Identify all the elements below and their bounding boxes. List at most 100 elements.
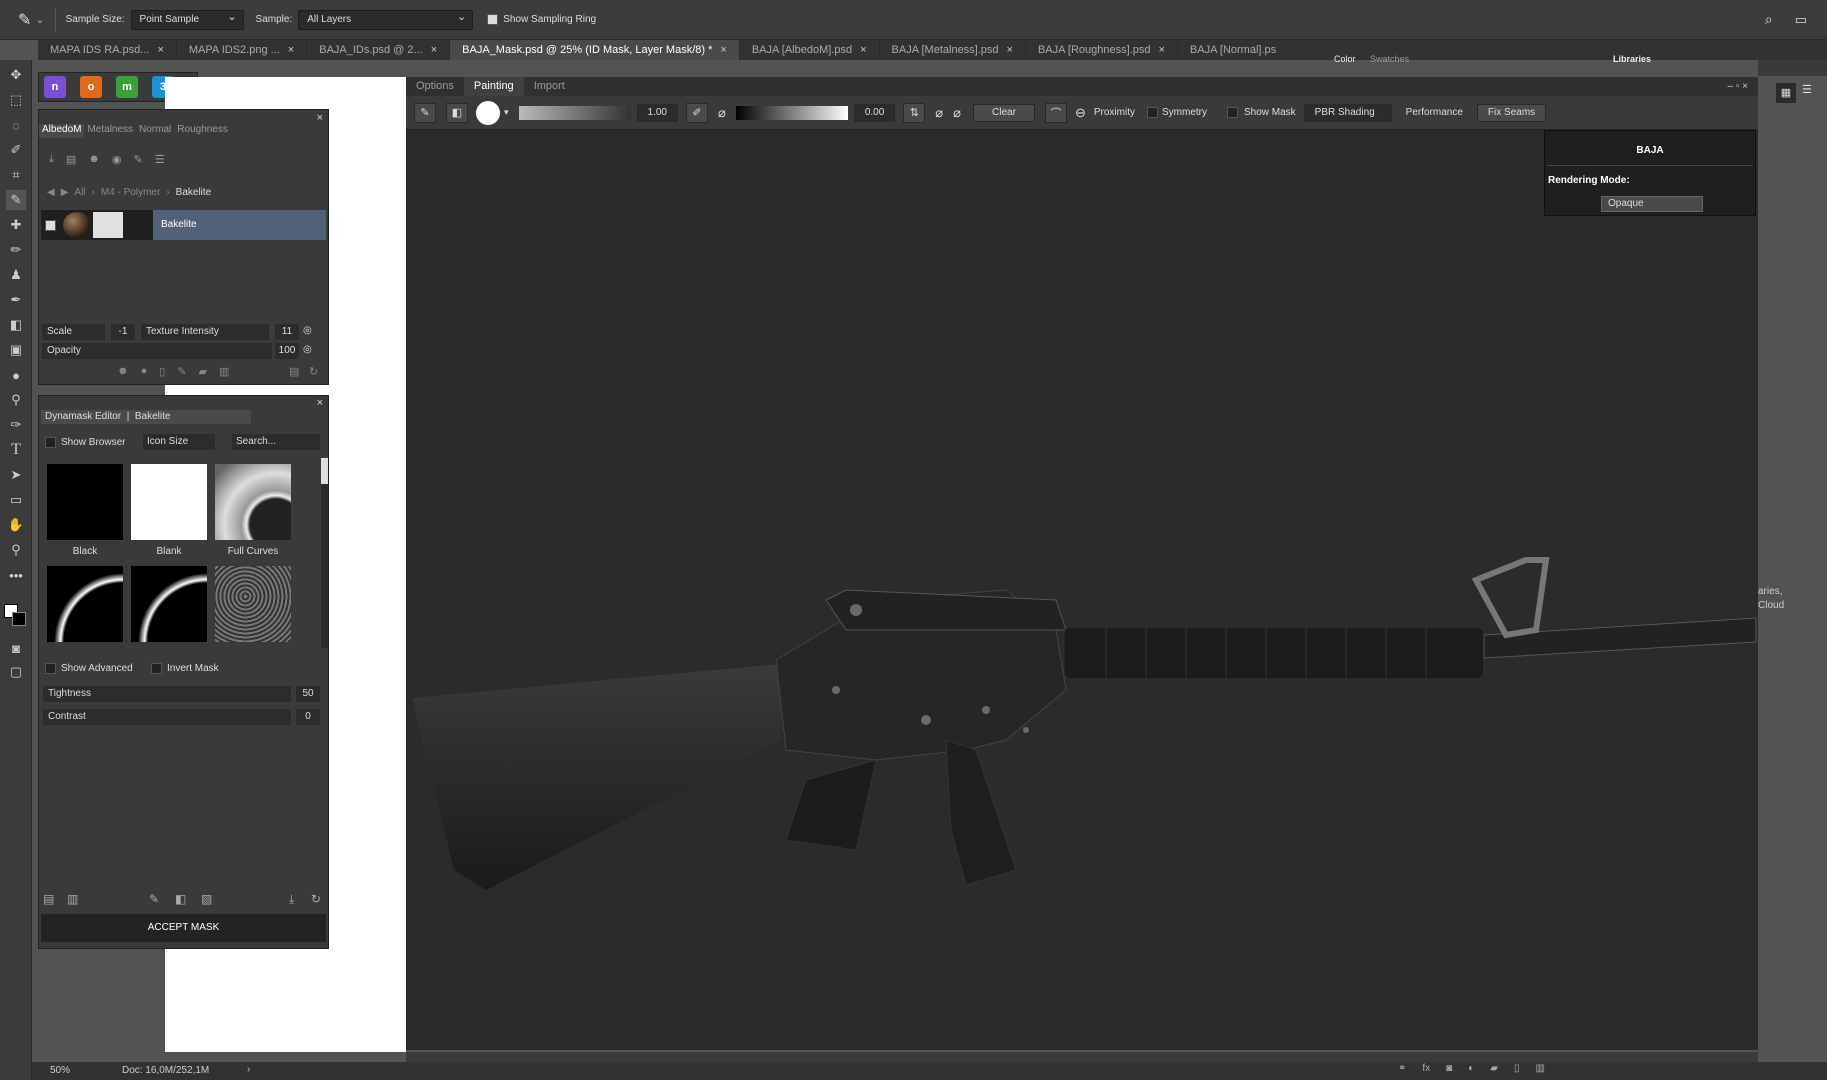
pressure-icon[interactable]: ✐ [686,102,708,123]
eraser-icon[interactable]: ◧ [175,892,186,906]
save-icon[interactable]: ▤ [43,892,54,906]
performance-dropdown[interactable]: Performance [1406,107,1463,118]
material-name-cell[interactable]: Bakelite [153,210,326,240]
new-layer-icon[interactable]: ▯ [1514,1063,1520,1074]
new-icon[interactable]: ▯ [159,365,165,378]
link-icon[interactable]: ⚭ [1398,1063,1406,1074]
icon-size-slider[interactable]: Icon Size [143,434,215,450]
screen-mode-icon[interactable]: ▢ [6,662,26,682]
show-sampling-ring-checkbox[interactable] [487,14,499,25]
brush-tool-icon[interactable]: ✎ [414,102,436,123]
search-input[interactable]: Search... [232,434,320,450]
breadcrumb-item[interactable]: All [74,187,85,198]
3d-viewport[interactable] [406,130,1758,1050]
tab-roughness[interactable]: Roughness [174,124,231,138]
pen-icon[interactable]: ✑ [6,415,26,435]
brush-icon[interactable]: ✏ [6,240,26,260]
close-icon[interactable]: × [431,44,437,56]
path-select-icon[interactable]: ➤ [6,465,26,485]
chevron-down-icon[interactable]: ▾ [504,107,509,118]
close-icon[interactable]: × [317,397,323,409]
sphere-icon[interactable]: ◉ [112,153,122,166]
search-icon[interactable]: ⌕ [1765,11,1773,28]
tightness-slider[interactable]: Tightness [43,686,291,702]
list-view-icon[interactable]: ☰ [1802,83,1812,96]
texture-intensity-slider[interactable]: Texture Intensity [141,324,269,340]
shading-select[interactable]: PBR Shading [1303,103,1392,122]
folder-icon[interactable]: ▰ [1490,1063,1498,1074]
rectangle-icon[interactable]: ▭ [6,490,26,510]
breadcrumb-item[interactable]: M4 - Polymer [101,187,160,198]
download-icon[interactable]: ⤓ [49,153,54,166]
mask-thumb-noise[interactable] [215,566,291,642]
proximity-dropdown[interactable]: Proximity [1094,107,1135,118]
texture-intensity-value[interactable]: 11 [275,324,299,340]
reset-icon[interactable]: ◎ [303,325,312,336]
chevron-down-icon[interactable]: ⌄ [35,13,44,26]
doc-tab-active[interactable]: BAJA_Mask.psd @ 25% (ID Mask, Layer Mask… [450,40,740,60]
doc-tab[interactable]: BAJA [Metalness].psd × [880,40,1026,60]
ddo-icon[interactable]: o [80,76,102,98]
contrast-slider[interactable]: Contrast [43,709,291,725]
doc-tab[interactable]: MAPA IDS RA.psd... × [38,40,177,60]
brush-size-value[interactable]: 1.00 [636,103,678,122]
material-row-selected[interactable]: Bakelite [41,210,326,240]
list-icon[interactable]: ☰ [155,153,165,166]
quick-select-icon[interactable]: ✐ [6,140,26,160]
tightness-value[interactable]: 50 [296,686,320,702]
mask-thumb-edge-1[interactable] [47,566,123,642]
close-icon[interactable]: × [860,44,866,56]
window-controls[interactable]: – ▫ × [1727,81,1748,92]
brush-icon[interactable]: ✎ [149,892,159,906]
scale-slider[interactable]: Scale [42,324,105,340]
show-browser-checkbox[interactable] [45,437,56,448]
sample-size-select[interactable]: Point Sample [130,8,244,30]
close-icon[interactable]: × [1158,44,1164,56]
image-icon[interactable]: ▨ [201,892,212,906]
close-icon[interactable]: × [317,112,323,124]
doc-tab[interactable]: BAJA [Roughness].psd × [1026,40,1178,60]
quick-mask-icon[interactable]: ◙ [6,638,26,658]
stamp-icon[interactable]: ♟ [6,265,26,285]
opacity-value[interactable]: 100 [275,343,299,359]
clear-button[interactable]: Clear [972,103,1035,122]
doc-tab[interactable]: BAJA [AlbedoM].psd × [740,40,880,60]
close-icon[interactable]: × [720,44,726,56]
zoom-level[interactable]: 50% [50,1065,70,1076]
fix-seams-button[interactable]: Fix Seams [1476,103,1547,122]
zoom-icon[interactable]: ⚲ [6,540,26,560]
accept-mask-button[interactable]: ACCEPT MASK [41,914,326,942]
grid-view-icon[interactable]: ▦ [1776,83,1796,103]
sphere-icon[interactable]: ● [141,365,148,378]
user-icon[interactable]: ☻ [117,365,129,378]
brush-preview[interactable] [476,100,500,125]
eyedropper-icon[interactable]: ✎ [6,190,26,210]
history-brush-icon[interactable]: ✒ [6,290,26,310]
target-icon[interactable]: ⊖ [1075,105,1086,121]
value-input[interactable]: 0.00 [853,103,896,122]
doc-tab[interactable]: MAPA IDS2.png ... × [177,40,308,60]
rendering-mode-select[interactable]: Opaque [1601,196,1703,212]
close-icon[interactable]: × [288,44,294,56]
adjustment-icon[interactable]: ◐ [1468,1063,1474,1074]
tab-import[interactable]: Import [524,77,575,96]
tab-options[interactable]: Options [406,77,464,96]
import-icon[interactable]: ▤ [66,153,76,166]
opacity-slider[interactable]: Opacity [42,343,272,359]
dodge-icon[interactable]: ⚲ [6,390,26,410]
brush-settings-icon[interactable]: ⌀ [718,105,726,121]
healing-icon[interactable]: ✚ [6,215,26,235]
tab-painting[interactable]: Painting [463,77,524,96]
curve-icon[interactable]: ⌒ [1044,102,1067,123]
mask-thumb-edge-2[interactable] [131,566,207,642]
gradient-icon[interactable]: ▣ [6,340,26,360]
mask-thumb-full-curves[interactable] [215,464,291,540]
invert-mask-checkbox[interactable] [151,663,162,674]
symmetry-checkbox[interactable] [1146,107,1158,118]
scale-value[interactable]: -1 [111,324,135,340]
folder-icon[interactable]: ▰ [199,365,207,378]
thumb-scrollbar[interactable] [321,458,328,648]
crop-icon[interactable]: ⌗ [6,165,26,185]
save-icon[interactable]: ▤ [289,365,299,378]
doc-tab[interactable]: BAJA_IDs.psd @ 2... × [307,40,451,60]
